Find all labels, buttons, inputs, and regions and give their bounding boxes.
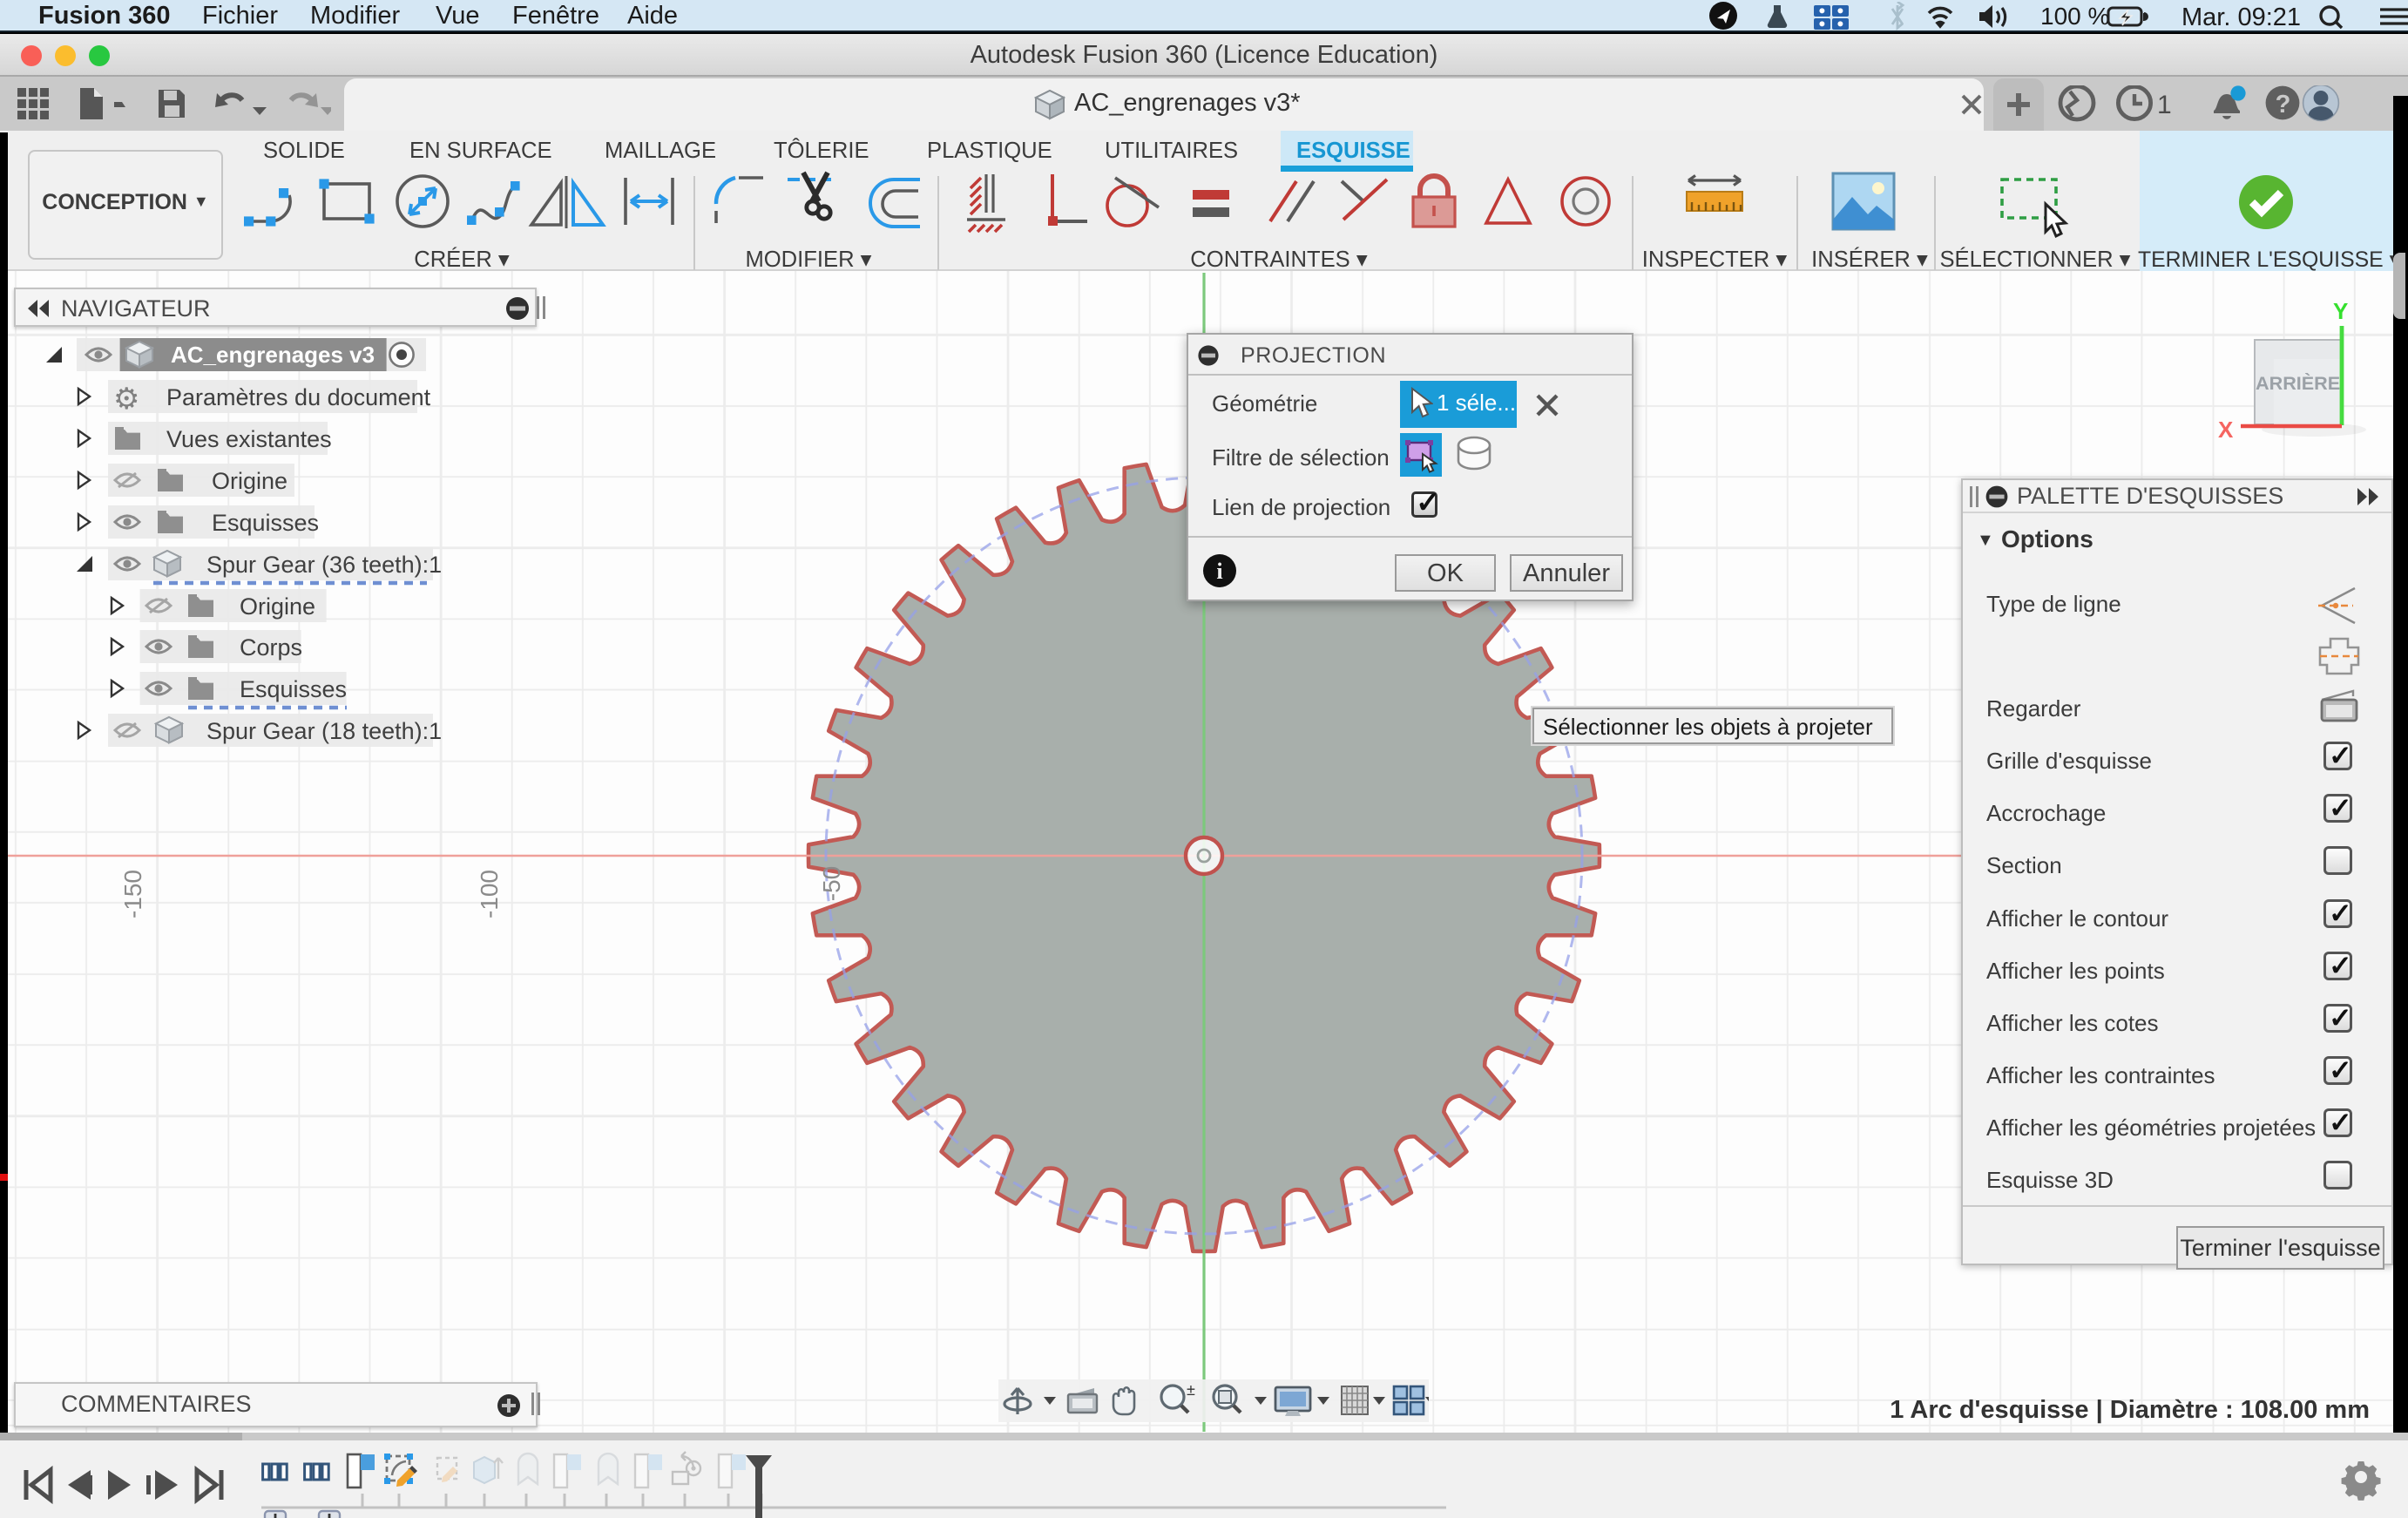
svg-text:Esquisses: Esquisses xyxy=(240,676,347,702)
svg-text:X: X xyxy=(2218,417,2234,443)
svg-text:Y: Y xyxy=(2333,298,2348,324)
svg-text:Origine: Origine xyxy=(212,468,287,494)
svg-text:Corps: Corps xyxy=(240,634,302,661)
svg-text:i: i xyxy=(1216,559,1222,584)
svg-text:Spur Gear (36 teeth):1: Spur Gear (36 teeth):1 xyxy=(206,552,442,578)
svg-text:±: ± xyxy=(1187,1381,1195,1399)
svg-text:Esquisses: Esquisses xyxy=(212,510,319,536)
svg-text:100 %: 100 % xyxy=(2040,3,2109,30)
svg-text:-50: -50 xyxy=(818,866,845,901)
svg-text:-150: -150 xyxy=(119,870,146,918)
svg-text:ARRIÈRE: ARRIÈRE xyxy=(2256,372,2340,394)
svg-text:?: ? xyxy=(2276,91,2291,119)
svg-text:Spur Gear (18 teeth):1: Spur Gear (18 teeth):1 xyxy=(206,718,442,744)
svg-text:⚙: ⚙ xyxy=(113,383,139,416)
svg-text:Origine: Origine xyxy=(240,593,315,620)
svg-text:1: 1 xyxy=(2157,91,2172,119)
svg-text:-100: -100 xyxy=(476,870,503,918)
svg-text:Mar. 09:21: Mar. 09:21 xyxy=(2181,3,2301,31)
svg-text:AC_engrenages v3: AC_engrenages v3 xyxy=(171,342,375,368)
svg-text:Vues existantes: Vues existantes xyxy=(166,426,332,452)
svg-text:Paramètres du document: Paramètres du document xyxy=(166,384,431,410)
